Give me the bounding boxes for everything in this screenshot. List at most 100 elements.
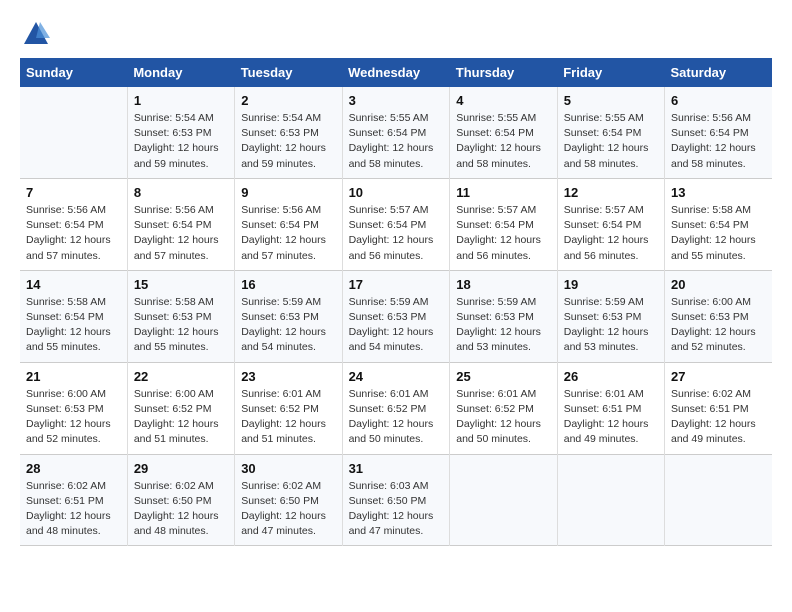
day-info: Sunrise: 6:00 AM Sunset: 6:53 PM Dayligh… (671, 295, 766, 356)
day-info: Sunrise: 6:01 AM Sunset: 6:52 PM Dayligh… (456, 387, 550, 448)
day-number: 3 (349, 93, 444, 108)
day-number: 24 (349, 369, 444, 384)
calendar-week-3: 14 Sunrise: 5:58 AM Sunset: 6:54 PM Dayli… (20, 270, 772, 362)
day-info: Sunrise: 5:58 AM Sunset: 6:54 PM Dayligh… (671, 203, 766, 264)
calendar-cell: 10Sunrise: 5:57 AM Sunset: 6:54 PM Dayli… (342, 178, 450, 270)
day-number: 20 (671, 277, 766, 292)
day-number: 5 (564, 93, 658, 108)
day-info: Sunrise: 5:54 AM Sunset: 6:53 PM Dayligh… (241, 111, 335, 172)
day-info: Sunrise: 6:00 AM Sunset: 6:53 PM Dayligh… (26, 387, 121, 448)
day-number: 27 (671, 369, 766, 384)
calendar-cell: 3 Sunrise: 5:55 AM Sunset: 6:54 PM Daylig… (342, 87, 450, 178)
day-number: 6 (671, 93, 766, 108)
calendar-header: SundayMondayTuesdayWednesdayThursdayFrid… (20, 58, 772, 87)
calendar-cell: 21 Sunrise: 6:00 AM Sunset: 6:53 PM Dayli… (20, 362, 127, 454)
day-info: Sunrise: 6:01 AM Sunset: 6:52 PM Dayligh… (349, 387, 444, 448)
header-day-saturday: Saturday (665, 58, 773, 87)
calendar-cell: 28 Sunrise: 6:02 AM Sunset: 6:51 PM Dayli… (20, 454, 127, 546)
header-day-wednesday: Wednesday (342, 58, 450, 87)
calendar-week-2: 7 Sunrise: 5:56 AM Sunset: 6:54 PM Daylig… (20, 178, 772, 270)
day-info: Sunrise: 5:59 AM Sunset: 6:53 PM Dayligh… (564, 295, 658, 356)
day-info: Sunrise: 6:00 AM Sunset: 6:52 PM Dayligh… (134, 387, 228, 448)
day-info: Sunrise: 6:02 AM Sunset: 6:50 PM Dayligh… (134, 479, 228, 540)
day-number: 2 (241, 93, 335, 108)
calendar-cell: 7 Sunrise: 5:56 AM Sunset: 6:54 PM Daylig… (20, 178, 127, 270)
day-info: Sunrise: 6:03 AM Sunset: 6:50 PM Dayligh… (349, 479, 444, 540)
calendar-cell: 22 Sunrise: 6:00 AM Sunset: 6:52 PM Dayli… (127, 362, 234, 454)
calendar-cell: 16 Sunrise: 5:59 AM Sunset: 6:53 PM Dayli… (235, 270, 342, 362)
day-number: 29 (134, 461, 228, 476)
calendar-cell: 5 Sunrise: 5:55 AM Sunset: 6:54 PM Daylig… (557, 87, 664, 178)
calendar-cell: 29 Sunrise: 6:02 AM Sunset: 6:50 PM Dayli… (127, 454, 234, 546)
header-day-tuesday: Tuesday (235, 58, 342, 87)
day-number: 28 (26, 461, 121, 476)
day-info: Sunrise: 5:59 AM Sunset: 6:53 PM Dayligh… (456, 295, 550, 356)
day-info: Sunrise: 5:55 AM Sunset: 6:54 PM Dayligh… (564, 111, 658, 172)
calendar-cell: 31Sunrise: 6:03 AM Sunset: 6:50 PM Dayli… (342, 454, 450, 546)
calendar-cell: 25 Sunrise: 6:01 AM Sunset: 6:52 PM Dayli… (450, 362, 557, 454)
calendar-cell: 30 Sunrise: 6:02 AM Sunset: 6:50 PM Dayli… (235, 454, 342, 546)
calendar-cell: 12 Sunrise: 5:57 AM Sunset: 6:54 PM Dayli… (557, 178, 664, 270)
day-info: Sunrise: 5:56 AM Sunset: 6:54 PM Dayligh… (134, 203, 228, 264)
day-number: 14 (26, 277, 121, 292)
calendar-cell: 1Sunrise: 5:54 AM Sunset: 6:53 PM Daylig… (127, 87, 234, 178)
day-info: Sunrise: 6:02 AM Sunset: 6:51 PM Dayligh… (671, 387, 766, 448)
calendar-cell: 4Sunrise: 5:55 AM Sunset: 6:54 PM Daylig… (450, 87, 557, 178)
day-number: 19 (564, 277, 658, 292)
day-number: 16 (241, 277, 335, 292)
day-number: 23 (241, 369, 335, 384)
day-number: 17 (349, 277, 444, 292)
day-info: Sunrise: 6:01 AM Sunset: 6:51 PM Dayligh… (564, 387, 658, 448)
day-number: 7 (26, 185, 121, 200)
calendar-cell: 17 Sunrise: 5:59 AM Sunset: 6:53 PM Dayli… (342, 270, 450, 362)
calendar-cell (20, 87, 127, 178)
day-info: Sunrise: 5:55 AM Sunset: 6:54 PM Dayligh… (349, 111, 444, 172)
day-number: 11 (456, 185, 550, 200)
calendar-table: SundayMondayTuesdayWednesdayThursdayFrid… (20, 58, 772, 546)
day-info: Sunrise: 5:58 AM Sunset: 6:53 PM Dayligh… (134, 295, 228, 356)
day-info: Sunrise: 6:02 AM Sunset: 6:50 PM Dayligh… (241, 479, 335, 540)
day-info: Sunrise: 5:56 AM Sunset: 6:54 PM Dayligh… (26, 203, 121, 264)
calendar-cell: 15 Sunrise: 5:58 AM Sunset: 6:53 PM Dayli… (127, 270, 234, 362)
day-info: Sunrise: 5:55 AM Sunset: 6:54 PM Dayligh… (456, 111, 550, 172)
calendar-cell: 18Sunrise: 5:59 AM Sunset: 6:53 PM Dayli… (450, 270, 557, 362)
day-number: 9 (241, 185, 335, 200)
calendar-cell (665, 454, 773, 546)
header-day-monday: Monday (127, 58, 234, 87)
day-info: Sunrise: 5:58 AM Sunset: 6:54 PM Dayligh… (26, 295, 121, 356)
calendar-cell: 6Sunrise: 5:56 AM Sunset: 6:54 PM Daylig… (665, 87, 773, 178)
page-header (20, 20, 772, 48)
calendar-cell (450, 454, 557, 546)
header-day-thursday: Thursday (450, 58, 557, 87)
day-number: 26 (564, 369, 658, 384)
calendar-cell: 20 Sunrise: 6:00 AM Sunset: 6:53 PM Dayli… (665, 270, 773, 362)
calendar-cell: 13 Sunrise: 5:58 AM Sunset: 6:54 PM Dayli… (665, 178, 773, 270)
day-number: 15 (134, 277, 228, 292)
day-info: Sunrise: 5:57 AM Sunset: 6:54 PM Dayligh… (564, 203, 658, 264)
calendar-cell: 19 Sunrise: 5:59 AM Sunset: 6:53 PM Dayli… (557, 270, 664, 362)
day-info: Sunrise: 5:57 AM Sunset: 6:54 PM Dayligh… (456, 203, 550, 264)
calendar-week-5: 28 Sunrise: 6:02 AM Sunset: 6:51 PM Dayli… (20, 454, 772, 546)
logo-icon (22, 20, 50, 48)
calendar-week-1: 1 Sunrise: 5:54 AM Sunset: 6:53 PM Daylig… (20, 87, 772, 178)
day-number: 13 (671, 185, 766, 200)
day-info: Sunrise: 6:02 AM Sunset: 6:51 PM Dayligh… (26, 479, 121, 540)
calendar-cell: 8Sunrise: 5:56 AM Sunset: 6:54 PM Daylig… (127, 178, 234, 270)
day-info: Sunrise: 5:59 AM Sunset: 6:53 PM Dayligh… (241, 295, 335, 356)
calendar-cell: 24 Sunrise: 6:01 AM Sunset: 6:52 PM Dayli… (342, 362, 450, 454)
day-number: 21 (26, 369, 121, 384)
day-number: 1 (134, 93, 228, 108)
day-number: 12 (564, 185, 658, 200)
calendar-cell: 23Sunrise: 6:01 AM Sunset: 6:52 PM Dayli… (235, 362, 342, 454)
calendar-cell: 14 Sunrise: 5:58 AM Sunset: 6:54 PM Dayli… (20, 270, 127, 362)
day-number: 22 (134, 369, 228, 384)
day-number: 25 (456, 369, 550, 384)
logo (20, 20, 50, 48)
calendar-week-4: 21 Sunrise: 6:00 AM Sunset: 6:53 PM Dayli… (20, 362, 772, 454)
calendar-cell: 27 Sunrise: 6:02 AM Sunset: 6:51 PM Dayli… (665, 362, 773, 454)
day-number: 30 (241, 461, 335, 476)
day-info: Sunrise: 5:56 AM Sunset: 6:54 PM Dayligh… (241, 203, 335, 264)
day-number: 10 (349, 185, 444, 200)
day-info: Sunrise: 5:59 AM Sunset: 6:53 PM Dayligh… (349, 295, 444, 356)
calendar-cell: 9 Sunrise: 5:56 AM Sunset: 6:54 PM Daylig… (235, 178, 342, 270)
